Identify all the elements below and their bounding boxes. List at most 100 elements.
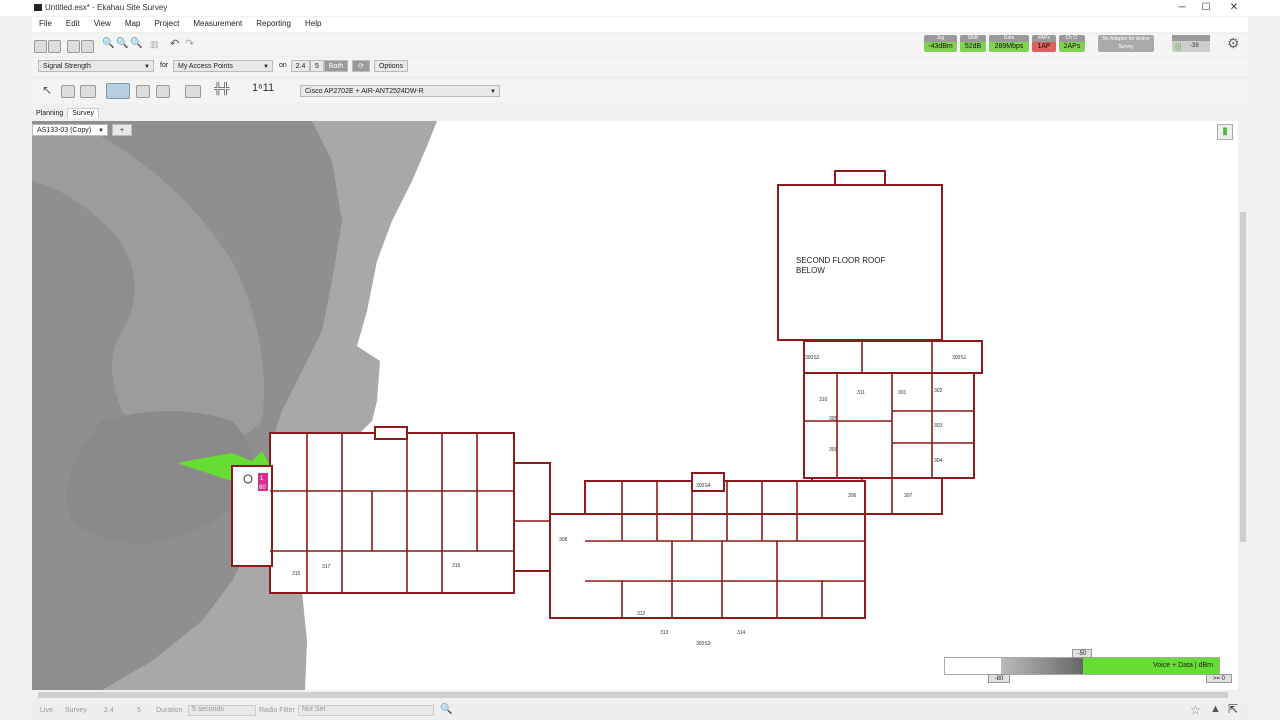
roof-label-line1: SECOND FLOOR ROOF <box>796 256 885 265</box>
auto-planner-icon[interactable]: ╬╬ <box>214 83 230 95</box>
ap-channel: 60 <box>259 485 266 491</box>
room-label: 312 <box>637 611 646 617</box>
menu-file[interactable]: File <box>32 17 59 30</box>
zoom-fit-icon[interactable]: 🔍 <box>130 38 142 49</box>
menu-reporting[interactable]: Reporting <box>249 17 298 30</box>
chart-icon[interactable]: ▥ <box>150 39 159 50</box>
refresh-icon[interactable]: ⟳ <box>352 60 370 72</box>
floor-select[interactable]: AS133-03 (Copy) ▼ <box>32 124 108 136</box>
measure-tool-icon[interactable] <box>185 85 201 98</box>
wall-tool-icon[interactable] <box>61 85 75 98</box>
center-wing <box>549 472 866 619</box>
room-label: 302 <box>934 388 943 394</box>
maximize-button[interactable]: ☐ <box>1194 1 1218 15</box>
live-button[interactable]: Live <box>40 707 53 714</box>
signal-bars-icon: ||| <box>1175 42 1182 51</box>
zoom-in-icon[interactable]: 🔍 <box>102 38 114 49</box>
access-points-select[interactable]: My Access Points ▼ <box>173 60 273 72</box>
tab-survey[interactable]: Survey <box>67 108 100 118</box>
note-tool-icon[interactable] <box>156 85 170 98</box>
adapter-status[interactable]: No Adapter for Active Survey <box>1098 35 1154 52</box>
heatmap-floorplan: SECOND FLOOR ROOF BELOW 300S2 300S1 311 … <box>32 121 983 690</box>
menu-bar: File Edit View Map Project Measurement Reporti… <box>32 17 1248 32</box>
room-label: 316 <box>452 563 461 569</box>
signal-meter[interactable]: ||| -39 <box>1172 35 1210 52</box>
signal-badge[interactable]: Sig -43dBm <box>924 35 957 52</box>
menu-measurement[interactable]: Measurement <box>186 17 249 30</box>
band-both-button[interactable]: Both <box>324 60 348 72</box>
legend-low-marker[interactable]: -80 <box>988 674 1010 683</box>
undo-icon[interactable]: ↶ <box>170 37 179 50</box>
save-icon[interactable] <box>48 40 61 53</box>
channel-planner-icon[interactable]: 1⁶11 <box>252 82 274 94</box>
ap-count-badge[interactable]: #APs 1AP <box>1032 35 1056 52</box>
signal-meter-bar <box>1172 35 1210 41</box>
menu-project[interactable]: Project <box>147 17 186 30</box>
room-label: 304 <box>934 458 943 464</box>
menu-help[interactable]: Help <box>298 17 328 30</box>
legend-gradient <box>1001 658 1083 674</box>
menu-view[interactable]: View <box>87 17 118 30</box>
data-rate-badge[interactable]: Data 289Mbps <box>989 35 1029 52</box>
chevron-down-icon: ▼ <box>490 89 496 95</box>
floor-plan-canvas[interactable]: SECOND FLOOR ROOF BELOW 300S2 300S1 311 … <box>32 121 1238 690</box>
channel-overlap-badge[interactable]: Ch O. 2APs <box>1059 35 1085 52</box>
menu-map[interactable]: Map <box>118 17 148 30</box>
settings-gear-icon[interactable]: ⚙ <box>1227 35 1240 52</box>
chart-view-icon[interactable]: ▮ <box>1217 124 1233 140</box>
room-label: 315 <box>292 571 301 577</box>
signal-legend[interactable]: Voice + Data | dBm <box>944 657 1220 675</box>
star-icon[interactable]: ☆ <box>1190 703 1201 717</box>
for-label: for <box>160 62 169 69</box>
export-icon[interactable] <box>81 40 94 53</box>
open-icon[interactable] <box>34 40 47 53</box>
menu-edit[interactable]: Edit <box>59 17 87 30</box>
close-button[interactable]: ✕ <box>1222 1 1246 15</box>
room-label: 306 <box>848 493 857 499</box>
ap-model-select[interactable]: Cisco AP2702E + AIR-ANT2524DW-R ▼ <box>300 85 500 97</box>
signal-value: -39 <box>1190 43 1199 49</box>
expand-icon[interactable]: ⇱ <box>1228 702 1238 716</box>
survey-button[interactable]: Survey <box>65 707 87 714</box>
horizontal-scroll-thumb[interactable] <box>38 692 1228 698</box>
select-pointer-icon[interactable]: ↖ <box>42 83 52 97</box>
zoom-out-icon[interactable]: 🔍 <box>116 38 128 49</box>
chevron-down-icon: ▼ <box>263 64 269 70</box>
view-tabs: Planning Survey <box>32 108 100 120</box>
room-label: 314 <box>737 630 746 636</box>
chevron-down-icon: ▼ <box>98 128 104 134</box>
add-floor-button[interactable]: + <box>112 124 132 136</box>
legend-ge-marker[interactable]: >= 0 <box>1206 674 1232 683</box>
ap-tool-icon[interactable] <box>106 83 130 99</box>
print-icon[interactable] <box>67 40 80 53</box>
tab-planning[interactable]: Planning <box>32 109 67 118</box>
roof-projection <box>834 170 886 186</box>
search-icon[interactable]: 🔍 <box>440 704 452 715</box>
room-label: 300S2 <box>805 355 820 361</box>
title-bar: Untitled.esx* - Ekahau Site Survey ─ ☐ ✕ <box>0 0 1280 16</box>
status-bar: Live Survey 2.4 5 Duration 5 seconds Rad… <box>32 702 1248 720</box>
band-24-button[interactable]: 2.4 <box>291 60 310 72</box>
area-tool-icon[interactable] <box>80 85 96 98</box>
options-button[interactable]: Options <box>374 60 408 72</box>
band-5-toggle[interactable]: 5 <box>137 707 141 714</box>
room-label: 300S1 <box>952 355 967 361</box>
triangle-icon[interactable]: ▲ <box>1210 703 1221 715</box>
band-24-toggle[interactable]: 2.4 <box>104 707 114 714</box>
copy-ap-icon[interactable] <box>136 85 150 98</box>
visualization-select[interactable]: Signal Strength ▼ <box>38 60 154 72</box>
west-wing <box>231 426 551 594</box>
duration-select[interactable]: 5 seconds <box>188 705 256 716</box>
room-label: 309 <box>829 447 838 453</box>
room-label: 300S3 <box>696 641 711 647</box>
minimize-button[interactable]: ─ <box>1170 1 1194 15</box>
app-icon <box>34 4 42 11</box>
band-5-button[interactable]: 5 <box>310 60 324 72</box>
radio-filter-select[interactable]: Not Set <box>298 705 434 716</box>
redo-icon[interactable]: ↷ <box>185 37 194 50</box>
radio-filter-label: Radio Filter <box>259 707 295 714</box>
on-label: on <box>279 62 287 69</box>
vertical-scroll-thumb[interactable] <box>1240 212 1246 542</box>
legend-high-marker[interactable]: -50 <box>1072 649 1092 658</box>
snr-badge[interactable]: SNR 52dB <box>960 35 986 52</box>
